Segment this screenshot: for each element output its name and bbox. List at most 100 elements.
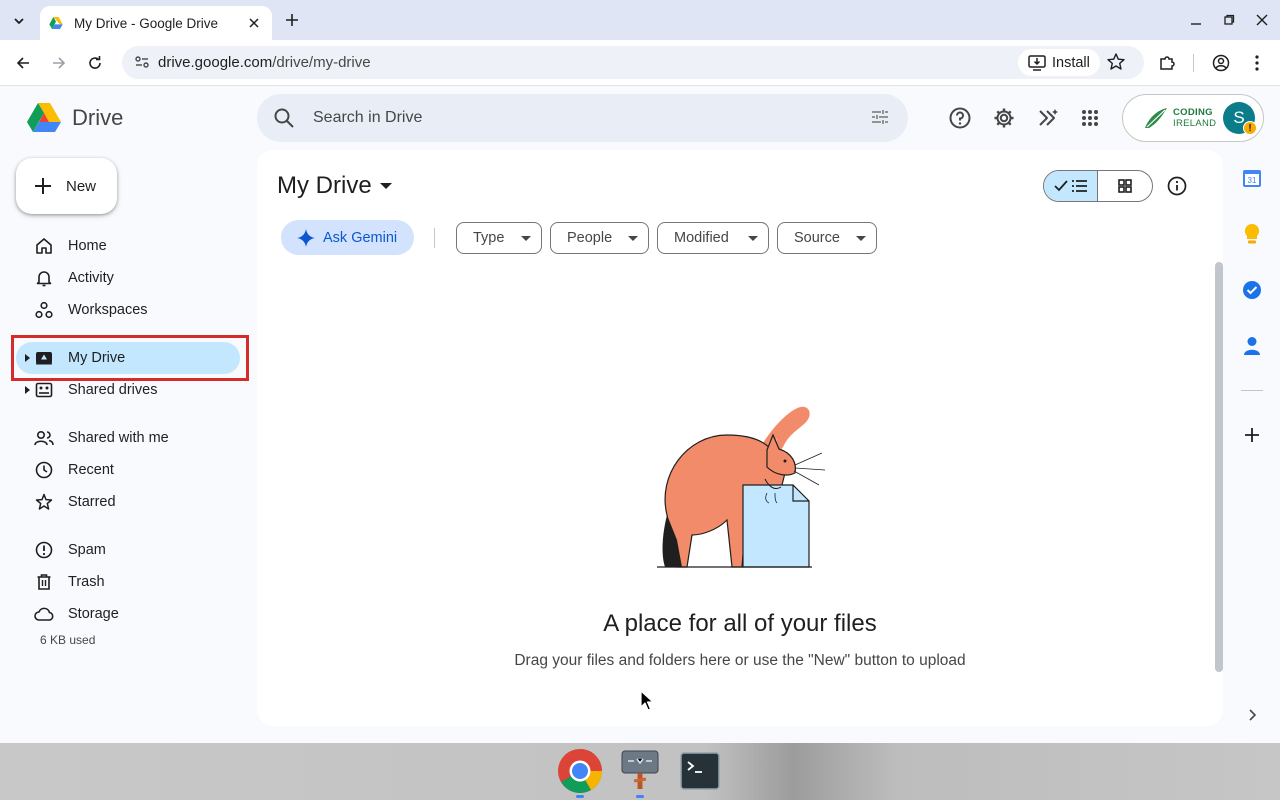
search-options-icon[interactable] <box>870 107 890 127</box>
forward-button[interactable] <box>47 51 71 75</box>
dropdown-arrow-icon <box>748 235 758 241</box>
google-apps-button[interactable] <box>1078 106 1102 130</box>
dropdown-arrow-icon <box>628 235 638 241</box>
sidebar-item-label: Recent <box>68 462 114 478</box>
sidebar-item-trash[interactable]: Trash <box>16 566 240 598</box>
mouse-cursor-icon <box>640 690 654 711</box>
taskbar-terminal-app[interactable] <box>676 747 724 795</box>
info-icon <box>1167 176 1187 196</box>
org-logo-line2: IRELAND <box>1173 118 1217 129</box>
collapse-side-panel-button[interactable] <box>1241 704 1263 726</box>
scrollbar[interactable] <box>1215 262 1223 672</box>
person-icon <box>1244 337 1260 355</box>
filter-chip-label: People <box>567 230 613 246</box>
filter-chip-type[interactable]: Type <box>456 222 542 254</box>
new-tab-button[interactable] <box>282 10 302 30</box>
bookmark-star-icon[interactable] <box>1106 52 1126 72</box>
browser-tab-bar: My Drive - Google Drive <box>0 0 1280 40</box>
browser-toolbar: drive.google.com/drive/my-drive Install <box>0 40 1280 86</box>
filter-chip-people[interactable]: People <box>550 222 649 254</box>
sidebar-item-activity[interactable]: Activity <box>16 262 240 294</box>
gemini-sparkle-icon <box>297 228 315 247</box>
drive-logo[interactable]: Drive <box>26 102 123 134</box>
lightbulb-icon <box>1244 223 1260 244</box>
cloud-icon <box>34 604 54 624</box>
search-input[interactable] <box>313 106 833 130</box>
taskbar-chrome-app[interactable] <box>556 747 604 795</box>
text-editor-icon <box>621 750 659 789</box>
sidebar-item-shared-with-me[interactable]: Shared with me <box>16 422 240 454</box>
ask-gemini-button[interactable]: Ask Gemini <box>281 220 414 255</box>
minimize-button[interactable] <box>1186 10 1206 30</box>
reload-button[interactable] <box>83 51 107 75</box>
sidebar-item-home[interactable]: Home <box>16 230 240 262</box>
side-panel-divider <box>1241 390 1263 391</box>
sidebar-item-starred[interactable]: Starred <box>16 486 240 518</box>
sidebar-item-spam[interactable]: Spam <box>16 534 240 566</box>
url-path: /drive/my-drive <box>272 54 371 71</box>
tasks-app-button[interactable] <box>1241 279 1263 301</box>
reload-icon <box>89 56 101 69</box>
browser-tab[interactable]: My Drive - Google Drive <box>40 6 272 40</box>
new-button-label: New <box>66 177 97 195</box>
account-switcher[interactable]: CODING IRELAND S ! <box>1122 94 1264 142</box>
sidebar-item-workspaces[interactable]: Workspaces <box>16 294 240 326</box>
ask-gemini-label: Ask Gemini <box>323 229 398 246</box>
gemini-sparkle-arrows-icon <box>1039 109 1058 126</box>
chrome-icon <box>558 749 602 793</box>
url-text: drive.google.com/drive/my-drive <box>158 54 371 71</box>
filter-chip-modified[interactable]: Modified <box>657 222 769 254</box>
browser-menu-button[interactable] <box>1246 52 1268 74</box>
extensions-button[interactable] <box>1156 52 1178 74</box>
contacts-app-button[interactable] <box>1241 335 1263 357</box>
taskbar-editor-app[interactable] <box>616 747 664 795</box>
dropdown-arrow-icon <box>856 235 866 241</box>
page-title-dropdown[interactable]: My Drive <box>277 172 392 200</box>
get-addons-button[interactable] <box>1241 424 1263 446</box>
keep-app-button[interactable] <box>1241 223 1263 245</box>
drive-search-bar[interactable] <box>257 94 908 142</box>
grid-icon <box>1118 179 1132 193</box>
back-button[interactable] <box>11 51 35 75</box>
tab-search-button[interactable] <box>6 8 32 34</box>
calendar-app-button[interactable]: 31 <box>1241 167 1263 189</box>
filter-chip-source[interactable]: Source <box>777 222 877 254</box>
site-info-icon <box>135 56 149 68</box>
calendar-icon: 31 <box>1243 170 1261 187</box>
bell-icon <box>34 268 54 288</box>
sidebar-item-shared-drives[interactable]: Shared drives <box>16 374 240 406</box>
dropdown-arrow-icon <box>379 182 392 189</box>
settings-button[interactable] <box>992 106 1016 130</box>
expand-arrow-icon[interactable] <box>25 386 30 394</box>
terminal-icon <box>680 752 720 790</box>
toolbar-divider <box>1193 54 1194 72</box>
new-button[interactable]: New <box>16 158 117 214</box>
tab-close-button[interactable] <box>244 13 264 33</box>
list-view-button[interactable] <box>1044 171 1099 201</box>
profile-button[interactable] <box>1210 52 1232 74</box>
sidebar-item-label: Workspaces <box>68 302 148 318</box>
search-icon[interactable] <box>273 107 295 129</box>
people-icon <box>34 428 54 448</box>
sidebar-item-storage[interactable]: Storage <box>16 598 240 630</box>
grid-view-button[interactable] <box>1098 171 1152 201</box>
storage-used-text: 6 KB used <box>40 633 96 647</box>
help-icon <box>949 107 971 129</box>
details-button[interactable] <box>1165 174 1189 198</box>
star-icon <box>34 492 54 512</box>
sidebar-item-label: Storage <box>68 606 119 622</box>
support-button[interactable] <box>948 106 972 130</box>
gemini-feature-button[interactable] <box>1036 106 1060 130</box>
empty-state-cat-illustration <box>657 406 826 568</box>
window-close-button[interactable] <box>1252 10 1272 30</box>
more-vert-icon <box>1255 55 1259 71</box>
sidebar-item-recent[interactable]: Recent <box>16 454 240 486</box>
address-bar[interactable]: drive.google.com/drive/my-drive Install <box>122 46 1144 79</box>
running-indicator <box>576 795 584 798</box>
trash-icon <box>34 572 54 592</box>
leaf-logo-icon <box>1145 108 1167 128</box>
sidebar-item-label: Spam <box>68 542 106 558</box>
install-app-button[interactable]: Install <box>1018 49 1100 76</box>
maximize-button[interactable] <box>1219 10 1239 30</box>
sidebar-item-label: Shared with me <box>68 430 169 446</box>
